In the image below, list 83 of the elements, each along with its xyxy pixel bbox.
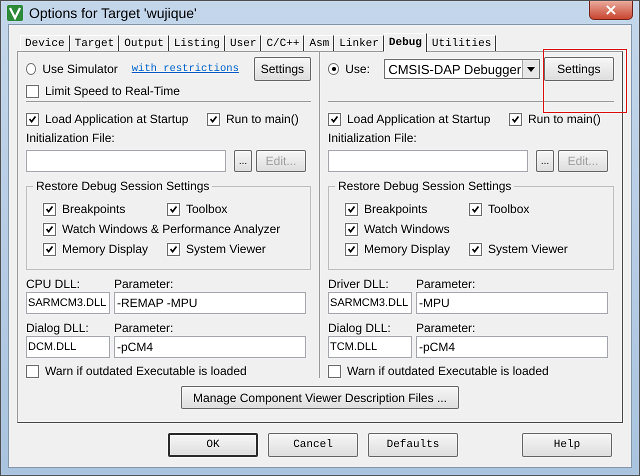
checkbox[interactable] — [26, 112, 39, 126]
field-label: Parameter: — [416, 276, 476, 290]
tab[interactable]: Linker — [334, 35, 384, 51]
field-label: Initialization File: — [328, 131, 418, 145]
radio-label: Use: — [345, 62, 371, 76]
init-file-field[interactable] — [328, 150, 528, 172]
settings-button[interactable]: Settings — [544, 57, 614, 81]
checkbox[interactable] — [509, 112, 522, 126]
checkbox[interactable] — [207, 112, 220, 126]
checkbox-label: Run to main() — [528, 112, 601, 126]
checkbox-label: Run to main() — [226, 112, 299, 126]
field-label: Dialog DLL: — [26, 320, 90, 334]
init-file-field[interactable] — [26, 150, 226, 172]
checkbox-label: Load Application at Startup — [45, 112, 190, 126]
checkbox[interactable] — [469, 242, 482, 256]
checkbox[interactable] — [43, 242, 56, 256]
radio-button[interactable] — [26, 63, 36, 75]
checkbox[interactable] — [167, 202, 180, 216]
checkbox[interactable] — [26, 84, 39, 98]
checkbox-label: Breakpoints — [62, 202, 126, 216]
dll-field[interactable]: SARMCM3.DLL — [328, 292, 412, 314]
dialog-button[interactable]: Cancel — [268, 433, 358, 457]
dialog-button[interactable]: Defaults — [368, 433, 458, 457]
settings-button[interactable]: Settings — [254, 57, 311, 81]
checkbox-label: Watch Windows — [364, 222, 450, 236]
parameter-field[interactable]: -pCM4 — [416, 336, 608, 358]
tab[interactable]: Listing — [168, 35, 226, 51]
checkbox-label: Warn if outdated Executable is loaded — [45, 364, 247, 378]
checkbox-label: Memory Display — [364, 242, 450, 256]
tab[interactable]: Device — [20, 35, 70, 51]
dialog-button[interactable]: Help — [522, 433, 612, 457]
app-icon — [7, 4, 23, 20]
radio-label: Use Simulator — [42, 62, 119, 76]
field-label: Parameter: — [114, 320, 174, 334]
tab[interactable]: Output — [119, 35, 169, 51]
checkbox-label: Load Application at Startup — [347, 112, 492, 126]
checkbox[interactable] — [345, 242, 358, 256]
dialog-button[interactable]: OK — [168, 433, 258, 457]
checkbox[interactable] — [43, 202, 56, 216]
radio-button[interactable] — [328, 63, 340, 75]
checkbox[interactable] — [345, 202, 358, 216]
field-label: Driver DLL: — [328, 276, 390, 290]
checkbox[interactable] — [469, 202, 482, 216]
window-title: Options for Target 'wujique' — [29, 4, 197, 20]
checkbox-label: Breakpoints — [364, 202, 428, 216]
dll-field[interactable]: DCM.DLL — [26, 336, 110, 358]
checkbox-label: Toolbox — [186, 202, 228, 216]
field-label: Parameter: — [416, 320, 476, 334]
checkbox[interactable] — [345, 222, 358, 236]
checkbox[interactable] — [26, 364, 39, 378]
field-label: Initialization File: — [26, 131, 116, 145]
checkbox-label: Toolbox — [488, 202, 530, 216]
group-title: Restore Debug Session Settings — [335, 179, 514, 193]
checkbox[interactable] — [167, 242, 180, 256]
manage-files-button[interactable]: Manage Component Viewer Description Files ... — [181, 386, 459, 409]
field-label: Parameter: — [114, 276, 174, 290]
checkbox-label: Limit Speed to Real-Time — [45, 84, 180, 98]
tab[interactable]: Asm — [304, 35, 334, 51]
group-title: Restore Debug Session Settings — [33, 179, 212, 193]
checkbox-label: Watch Windows & Performance Analyzer — [62, 222, 280, 236]
field-label: Dialog DLL: — [328, 320, 392, 334]
checkbox-label: System Viewer — [186, 242, 266, 256]
checkbox[interactable] — [328, 112, 341, 126]
parameter-field[interactable]: -REMAP -MPU — [114, 292, 306, 314]
restrictions-link[interactable]: with restrictions — [132, 63, 250, 75]
parameter-field[interactable]: -pCM4 — [114, 336, 306, 358]
checkbox-label: Memory Display — [62, 242, 148, 256]
debugger-dropdown[interactable]: CMSIS-DAP Debugger — [384, 59, 540, 79]
parameter-field[interactable]: -MPU — [416, 292, 608, 314]
tab[interactable]: Utilities — [426, 35, 496, 51]
tab[interactable]: Debug — [384, 33, 427, 52]
tab[interactable]: C/C++ — [261, 35, 304, 51]
dll-field[interactable]: SARMCM3.DLL — [26, 292, 110, 314]
checkbox-label: System Viewer — [488, 242, 568, 256]
dll-field[interactable]: TCM.DLL — [328, 336, 412, 358]
checkbox[interactable] — [328, 364, 341, 378]
checkbox[interactable] — [43, 222, 56, 236]
tab[interactable]: Target — [70, 35, 120, 51]
browse-button[interactable]: ... — [234, 150, 252, 172]
field-label: CPU DLL: — [26, 276, 82, 290]
checkbox-label: Warn if outdated Executable is loaded — [347, 364, 549, 378]
browse-button[interactable]: ... — [536, 150, 554, 172]
tab[interactable]: User — [225, 35, 262, 51]
